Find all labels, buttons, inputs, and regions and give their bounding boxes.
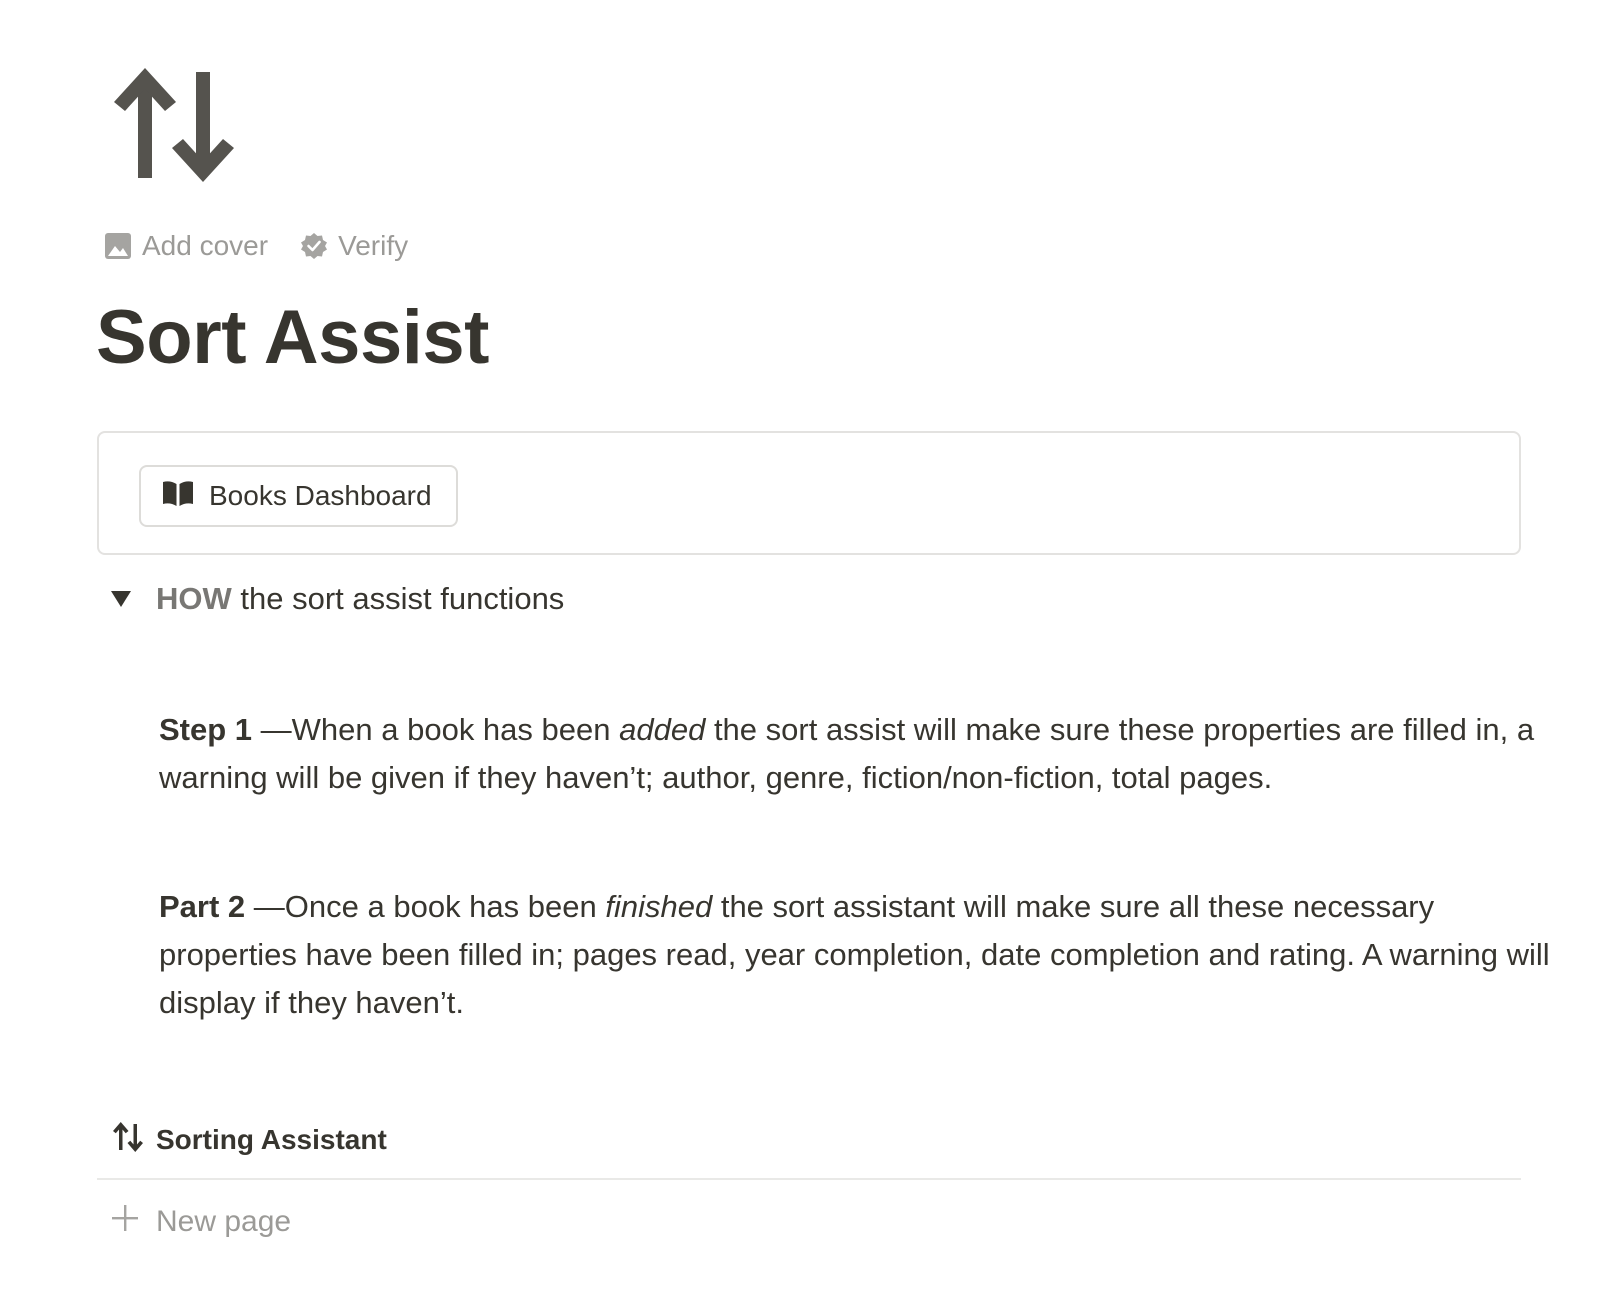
books-dashboard-label: Books Dashboard [209, 480, 432, 511]
toggle-heading-how: HOW [156, 581, 232, 616]
up-down-arrows-icon [112, 1121, 144, 1160]
step-1-lead: Step 1 [159, 712, 253, 747]
callout-block: Books Dashboard [97, 431, 1521, 555]
add-cover-button[interactable]: Add cover [104, 230, 268, 262]
part-2-text-a: —Once a book has been [245, 889, 606, 924]
part-2-lead: Part 2 [159, 889, 246, 924]
verify-button[interactable]: Verify [300, 230, 408, 262]
part-2-emphasis: finished [605, 889, 713, 924]
image-icon [104, 232, 132, 260]
verify-label: Verify [338, 230, 409, 261]
books-dashboard-link-button[interactable]: Books Dashboard [139, 465, 458, 527]
divider [97, 1178, 1521, 1180]
page-icon-up-down-arrows-icon[interactable] [110, 64, 240, 188]
toggle-triangle-down-icon[interactable] [108, 586, 134, 612]
sorting-assistant-database-title[interactable]: Sorting Assistant [112, 1118, 387, 1162]
toggle-heading-rest: the sort assist functions [231, 581, 565, 616]
open-book-icon [161, 478, 195, 515]
new-page-label: New page [156, 1205, 292, 1238]
step-1-paragraph[interactable]: Step 1 —When a book has been added the s… [159, 706, 1559, 802]
new-page-button[interactable]: New page [110, 1198, 291, 1246]
verified-badge-icon [300, 232, 328, 260]
part-2-paragraph[interactable]: Part 2 —Once a book has been finished th… [159, 883, 1559, 1027]
toggle-block-heading: HOW the sort assist functions [108, 576, 564, 622]
database-title-label: Sorting Assistant [156, 1124, 387, 1155]
page-title[interactable]: Sort Assist [96, 290, 489, 386]
step-1-emphasis: added [619, 712, 706, 747]
add-cover-label: Add cover [142, 230, 269, 261]
step-1-text-a: —When a book has been [252, 712, 620, 747]
plus-icon [110, 1203, 140, 1241]
page-actions: Add cover Verify [104, 226, 408, 266]
toggle-heading-text[interactable]: HOW the sort assist functions [156, 581, 564, 617]
